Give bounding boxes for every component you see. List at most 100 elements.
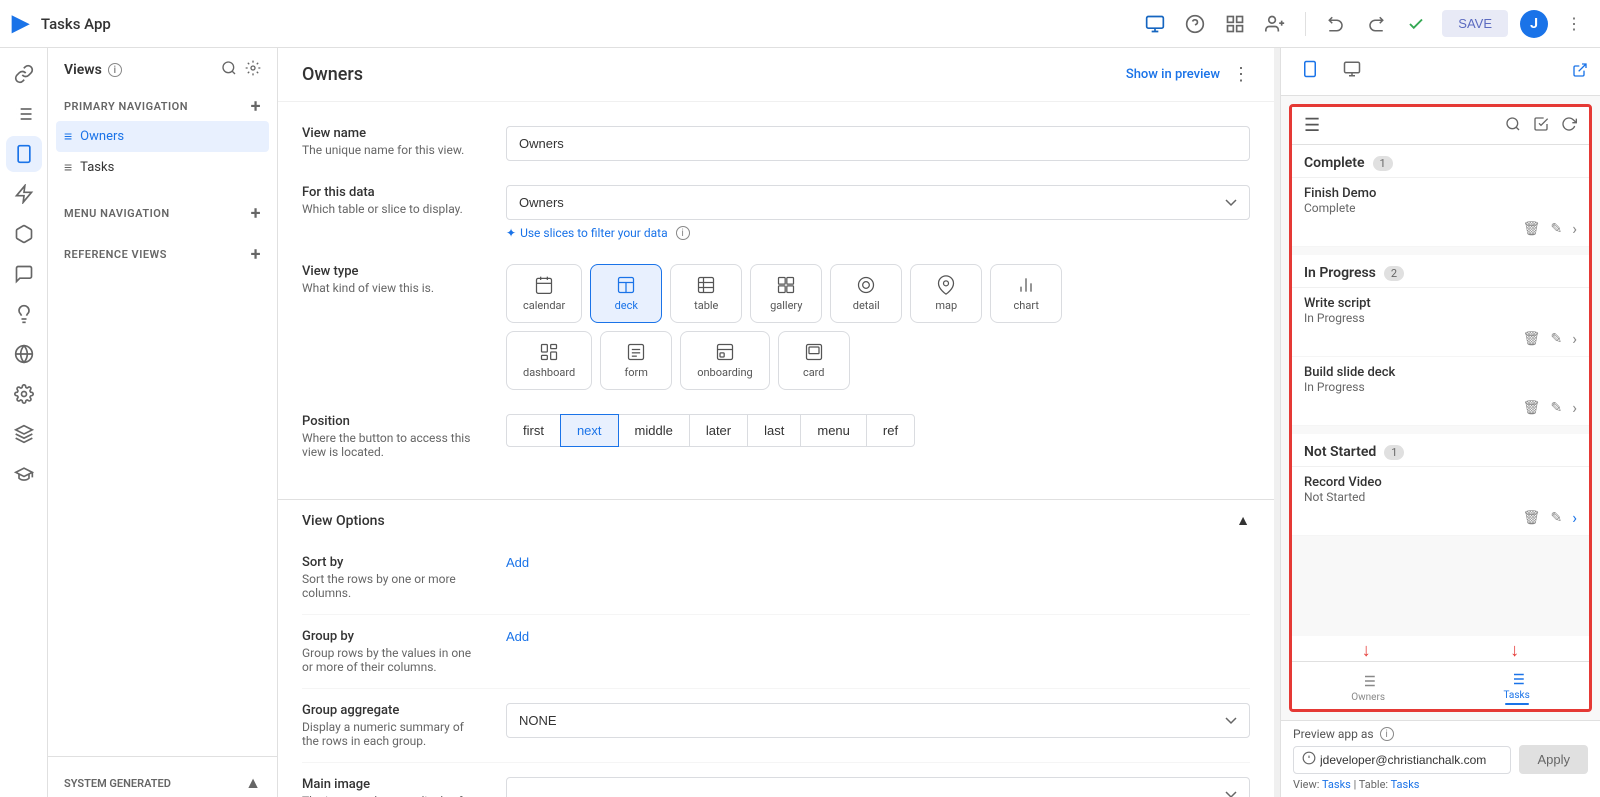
slices-info-icon[interactable]: i xyxy=(676,226,690,240)
save-button[interactable]: SAVE xyxy=(1442,10,1508,37)
user-avatar[interactable]: J xyxy=(1520,10,1548,38)
sidebar-nav-box[interactable] xyxy=(6,216,42,252)
position-row: Position Where the button to access this… xyxy=(302,414,1250,459)
sidebar-nav-phone[interactable] xyxy=(6,136,42,172)
sidebar-nav-bulb[interactable] xyxy=(6,296,42,332)
preview-nav-tasks[interactable]: Tasks xyxy=(1504,670,1530,705)
sidebar-nav-settings[interactable] xyxy=(6,376,42,412)
icon-sidebar xyxy=(0,48,48,797)
primary-nav-add[interactable]: + xyxy=(251,96,261,117)
check-icon[interactable] xyxy=(1402,10,1430,38)
group-aggregate-select[interactable]: NONE xyxy=(506,703,1250,738)
view-type-grid: calendar deck table gallery xyxy=(506,264,1250,390)
position-menu[interactable]: menu xyxy=(800,414,867,447)
view-options-header[interactable]: View Options ▲ xyxy=(278,499,1274,541)
position-last[interactable]: last xyxy=(747,414,801,447)
chevron-right-icon-2[interactable]: › xyxy=(1572,329,1577,348)
nav-item-tasks[interactable]: ≡ Tasks xyxy=(48,152,277,183)
grid-icon[interactable] xyxy=(1221,10,1249,38)
view-type-detail[interactable]: detail xyxy=(830,264,902,323)
system-collapse-icon[interactable]: ▲ xyxy=(245,773,261,793)
position-middle[interactable]: middle xyxy=(618,414,690,447)
external-link-icon[interactable] xyxy=(1572,62,1588,82)
delete-icon-3[interactable]: 🗑 xyxy=(1523,400,1541,416)
view-type-onboarding[interactable]: onboarding xyxy=(680,331,770,390)
preview-app-info-icon[interactable]: i xyxy=(1380,727,1394,741)
preview-nav-bar: Owners Tasks xyxy=(1292,661,1589,709)
sidebar-nav-globe[interactable] xyxy=(6,336,42,372)
sidebar-nav-bolt[interactable] xyxy=(6,176,42,212)
views-info-icon[interactable]: i xyxy=(108,63,122,77)
views-label: Views xyxy=(64,62,102,78)
undo-icon[interactable] xyxy=(1322,10,1350,38)
view-type-calendar[interactable]: calendar xyxy=(506,264,582,323)
for-this-data-select[interactable]: Owners xyxy=(506,185,1250,220)
slice-diamond-icon: ✦ xyxy=(506,226,516,240)
system-label: SYSTEM GENERATED ▲ xyxy=(48,765,277,797)
edit-icon-4[interactable]: ✎ xyxy=(1550,510,1562,526)
preview-refresh-icon[interactable] xyxy=(1561,116,1577,136)
sidebar-nav-chat[interactable] xyxy=(6,256,42,292)
sidebar-nav-grad[interactable] xyxy=(6,456,42,492)
delete-icon-4[interactable]: 🗑 xyxy=(1523,510,1541,526)
table-value[interactable]: Tasks xyxy=(1391,778,1420,791)
main-image-select[interactable] xyxy=(506,777,1250,797)
preview-nav-owners[interactable]: Owners xyxy=(1351,672,1385,703)
edit-icon-2[interactable]: ✎ xyxy=(1550,331,1562,347)
view-type-chart[interactable]: chart xyxy=(990,264,1062,323)
more-options-icon[interactable]: ⋮ xyxy=(1560,10,1588,38)
preview-group-inprogress-title: In Progress xyxy=(1304,265,1376,281)
chevron-right-icon[interactable]: › xyxy=(1572,219,1577,238)
view-type-row: View type What kind of view this is. cal… xyxy=(302,264,1250,390)
sidebar-nav-layers[interactable] xyxy=(6,416,42,452)
chevron-right-icon-4[interactable]: › xyxy=(1572,508,1577,527)
preview-check-icon[interactable] xyxy=(1533,116,1549,136)
search-icon[interactable] xyxy=(221,60,237,80)
group-by-desc: Group rows by the values in one or more … xyxy=(302,646,482,674)
use-slices-label: Use slices to filter your data xyxy=(520,226,668,240)
view-type-form[interactable]: form xyxy=(600,331,672,390)
use-slices-link[interactable]: ✦ Use slices to filter your data i xyxy=(506,226,1250,240)
view-name-label: View name xyxy=(302,126,482,141)
email-input[interactable] xyxy=(1320,753,1502,767)
preview-search-icon[interactable] xyxy=(1505,116,1521,136)
redo-icon[interactable] xyxy=(1362,10,1390,38)
monitor-icon[interactable] xyxy=(1141,10,1169,38)
edit-icon[interactable]: ✎ xyxy=(1550,221,1562,237)
settings-icon[interactable] xyxy=(245,60,261,80)
view-options-collapse-icon[interactable]: ▲ xyxy=(1236,512,1250,529)
content-header-right: Show in preview ⋮ xyxy=(1126,64,1250,85)
position-next[interactable]: next xyxy=(560,414,619,447)
view-type-map[interactable]: map xyxy=(910,264,982,323)
view-name-input[interactable] xyxy=(506,126,1250,161)
preview-hamburger-icon[interactable]: ☰ xyxy=(1304,115,1320,136)
nav-item-owners[interactable]: ≡ Owners xyxy=(56,121,269,152)
help-icon[interactable] xyxy=(1181,10,1209,38)
position-ref[interactable]: ref xyxy=(866,414,915,447)
ref-views-add[interactable]: + xyxy=(251,244,261,265)
sort-add-button[interactable]: Add xyxy=(506,555,529,570)
view-type-table[interactable]: table xyxy=(670,264,742,323)
view-type-deck[interactable]: deck xyxy=(590,264,662,323)
view-type-gallery[interactable]: gallery xyxy=(750,264,822,323)
for-this-data-label: For this data xyxy=(302,185,482,200)
sidebar-nav-list[interactable] xyxy=(6,96,42,132)
menu-nav-add[interactable]: + xyxy=(251,203,261,224)
group-add-button[interactable]: Add xyxy=(506,629,529,644)
view-value[interactable]: Tasks xyxy=(1322,778,1351,791)
content-more-icon[interactable]: ⋮ xyxy=(1232,64,1250,85)
mobile-tab[interactable] xyxy=(1293,56,1327,87)
delete-icon-2[interactable]: 🗑 xyxy=(1523,331,1541,347)
edit-icon-3[interactable]: ✎ xyxy=(1550,400,1562,416)
apply-button[interactable]: Apply xyxy=(1519,745,1588,774)
desktop-tab[interactable] xyxy=(1335,56,1369,87)
position-later[interactable]: later xyxy=(689,414,748,447)
delete-icon[interactable]: 🗑 xyxy=(1523,221,1541,237)
show-in-preview-button[interactable]: Show in preview xyxy=(1126,67,1220,82)
view-type-dashboard[interactable]: dashboard xyxy=(506,331,592,390)
chevron-right-icon-3[interactable]: › xyxy=(1572,398,1577,417)
position-first[interactable]: first xyxy=(506,414,561,447)
sidebar-nav-link[interactable] xyxy=(6,56,42,92)
view-type-card[interactable]: card xyxy=(778,331,850,390)
person-add-icon[interactable] xyxy=(1261,10,1289,38)
